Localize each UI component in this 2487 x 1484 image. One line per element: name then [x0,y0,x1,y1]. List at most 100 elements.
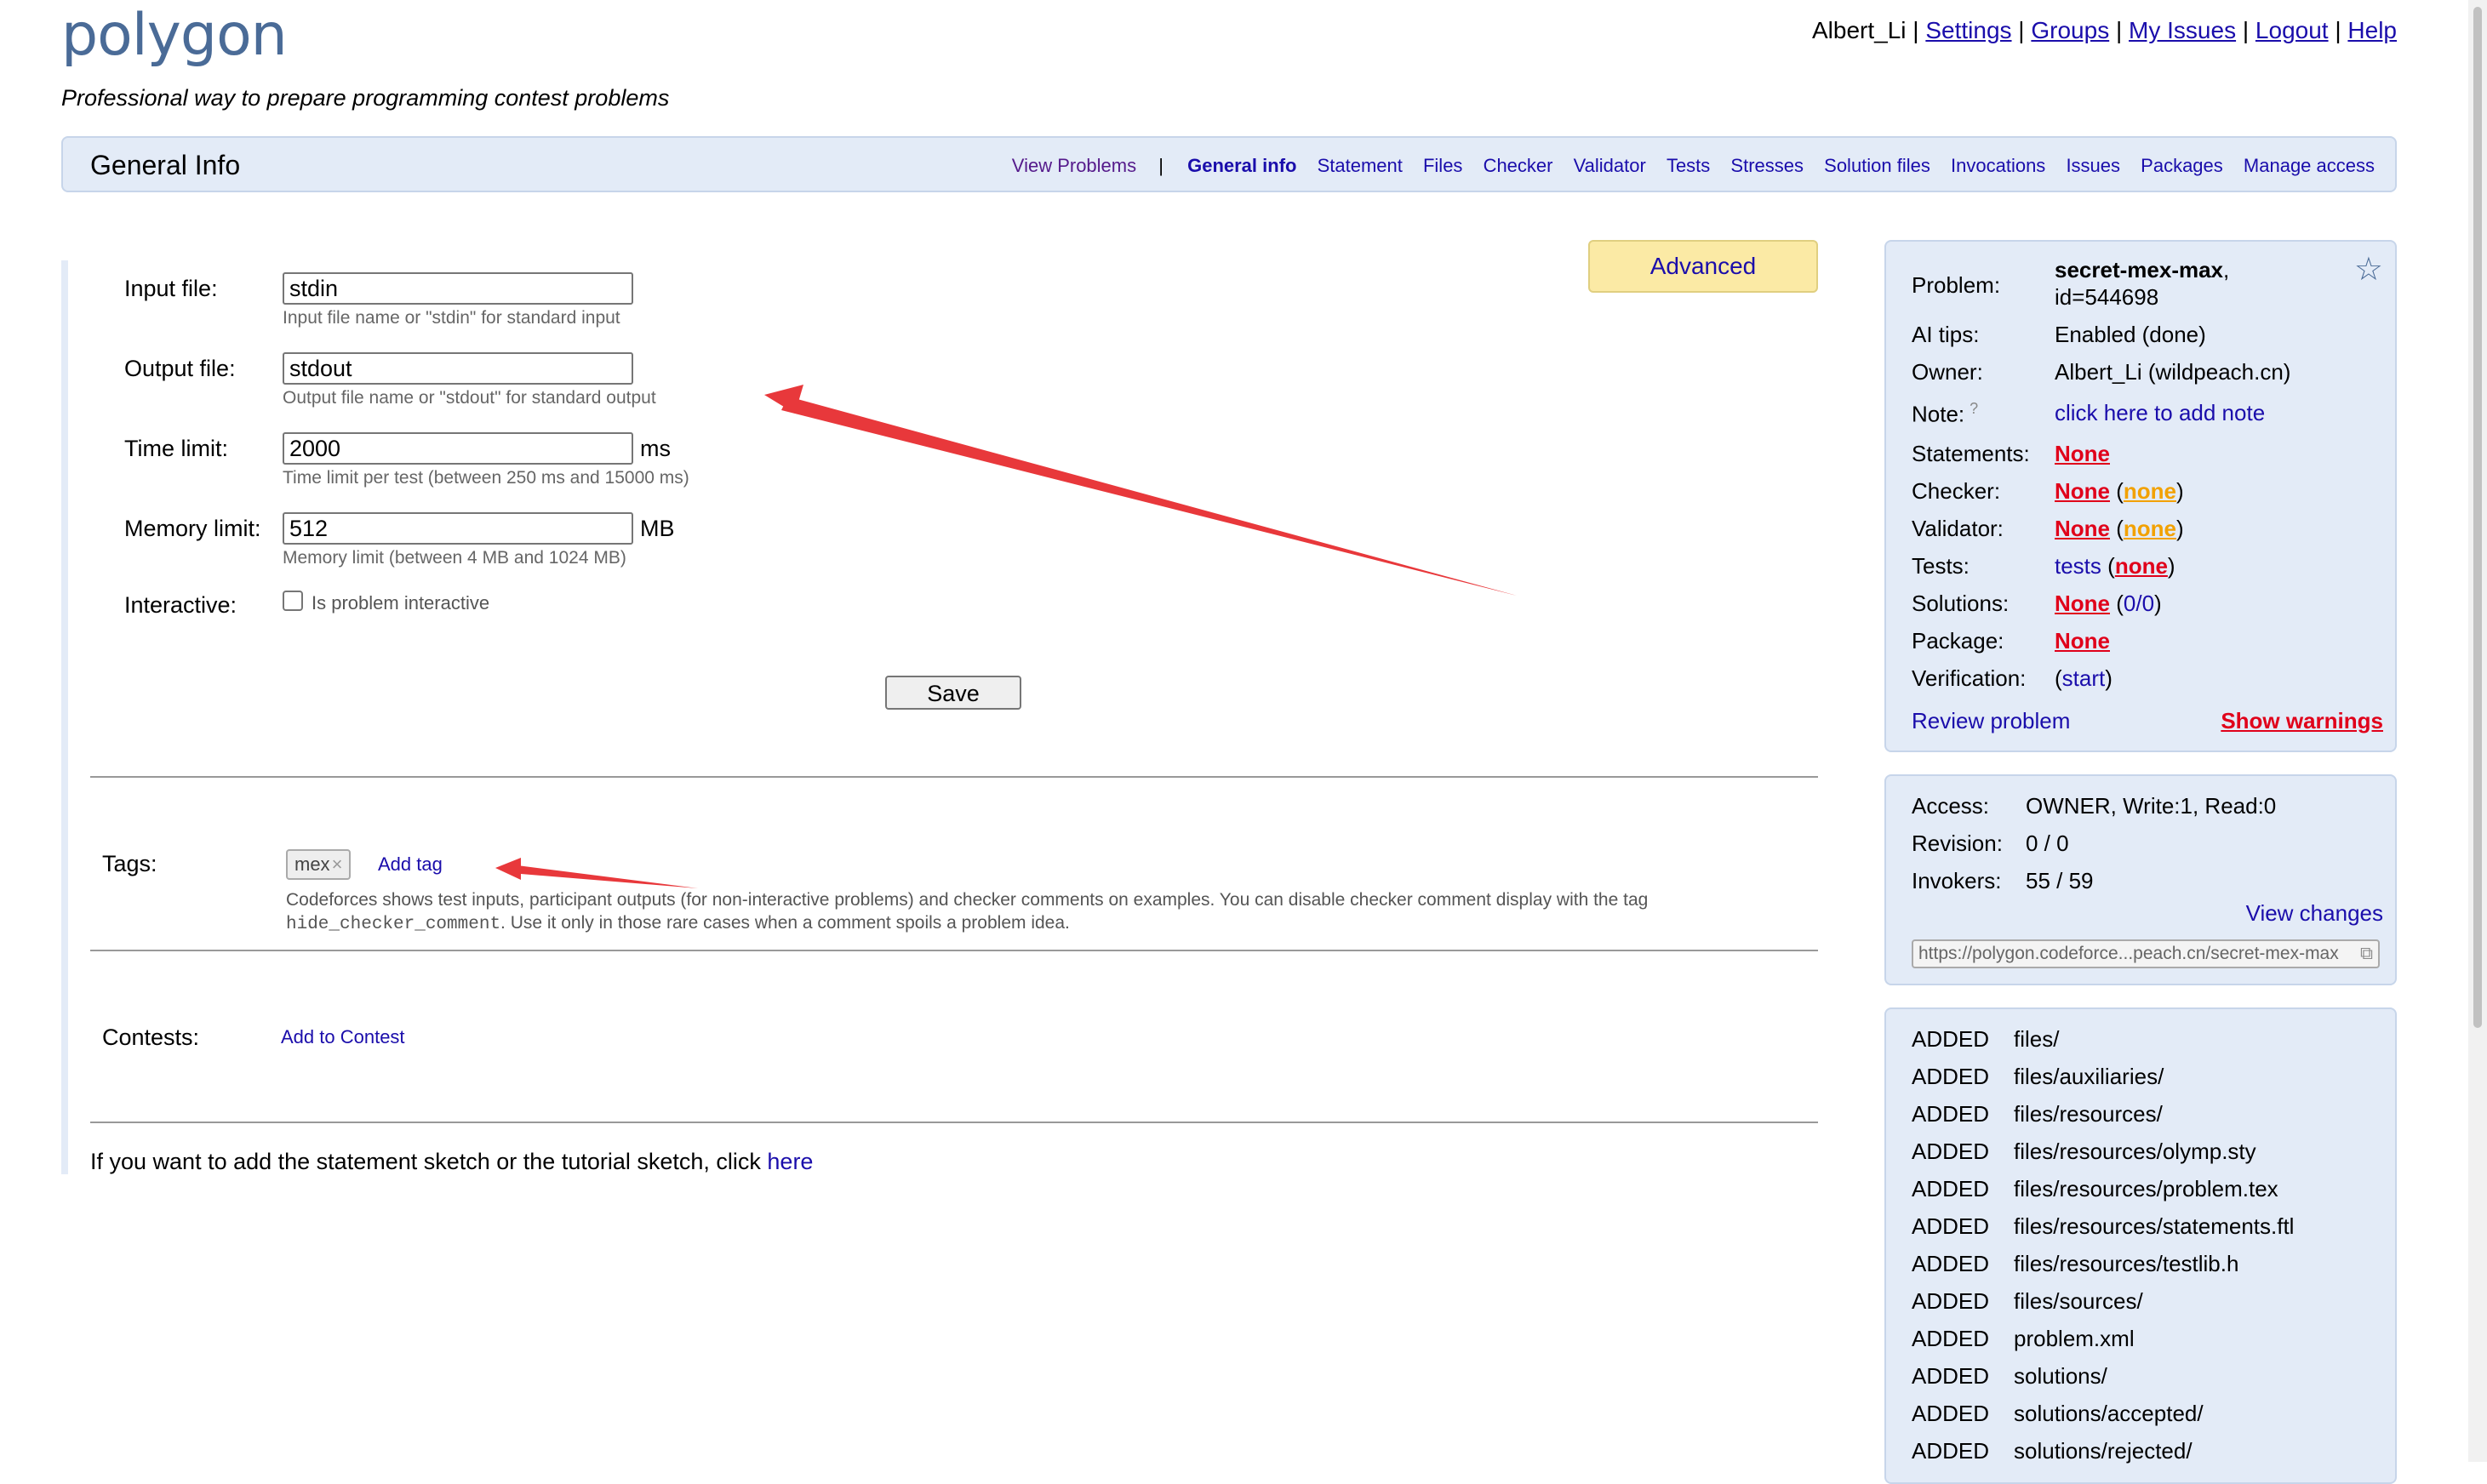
tags-note: Codeforces shows test inputs, participan… [286,888,1801,936]
change-item: ADDED files/ [1912,1026,2059,1053]
checker-label: Checker: [1912,478,2001,504]
tab-validator[interactable]: Validator [1574,155,1646,176]
change-status: ADDED [1912,1064,1990,1089]
tag-chip-mex[interactable]: mex× [286,849,352,880]
view-changes-link[interactable]: View changes [2246,900,2383,927]
change-item: ADDED files/resources/ [1912,1101,2163,1127]
view-problems-link[interactable]: View Problems [1012,155,1136,176]
page-scrollbar[interactable] [2468,0,2487,1462]
tab-files[interactable]: Files [1423,155,1462,176]
memory-limit-unit: MB [640,516,675,541]
settings-link[interactable]: Settings [1925,17,2011,43]
package-label: Package: [1912,628,2004,654]
scrollbar-thumb[interactable] [2473,7,2482,1028]
change-path: problem.xml [2014,1326,2135,1351]
interactive-checkbox[interactable] [283,591,303,611]
review-problem-link[interactable]: Review problem [1912,708,2070,734]
groups-link[interactable]: Groups [2031,17,2109,43]
problem-nav: View Problems | General info Statement F… [997,155,2375,177]
checker-none-link[interactable]: None [2055,478,2110,504]
tag-chip-label: mex [294,853,330,875]
verification-value: (start) [2055,665,2113,691]
remove-tag-icon[interactable]: × [332,853,343,875]
change-status: ADDED [1912,1288,1990,1314]
tab-solution-files[interactable]: Solution files [1824,155,1930,176]
change-path: solutions/accepted/ [2014,1401,2204,1426]
my-issues-link[interactable]: My Issues [2129,17,2236,43]
owner-value: Albert_Li (wildpeach.cn) [2055,359,2291,385]
tags-note-tail: . Use it only in those rare cases when a… [500,913,1070,933]
save-button[interactable]: Save [885,676,1021,710]
revision-value: 0 / 0 [2026,830,2069,856]
change-item: ADDED files/resources/testlib.h [1912,1251,2238,1277]
change-status: ADDED [1912,1363,1990,1389]
solutions-count-link[interactable]: 0/0 [2124,591,2154,616]
input-file-field[interactable] [283,272,633,305]
tab-invocations[interactable]: Invocations [1951,155,2045,176]
tab-issues[interactable]: Issues [2066,155,2120,176]
copy-icon[interactable]: ⧉ [2360,941,2373,967]
add-note-link[interactable]: click here to add note [2055,400,2265,426]
problem-id: id=544698 [2055,284,2159,310]
divider [90,950,1818,951]
change-path: files/resources/ [2014,1101,2163,1127]
access-value: OWNER, Write:1, Read:0 [2026,793,2277,819]
tests-label: Tests: [1912,553,1970,579]
logout-link[interactable]: Logout [2255,17,2329,43]
output-file-field[interactable] [283,352,633,385]
star-icon[interactable]: ☆ [2354,250,2383,288]
change-item: ADDED files/sources/ [1912,1288,2143,1315]
help-link[interactable]: Help [2347,17,2397,43]
change-status: ADDED [1912,1176,1990,1201]
tags-label: Tags: [102,851,157,876]
validator-sub-link[interactable]: none [2124,516,2176,541]
checker-value: None (none) [2055,478,2184,504]
package-value[interactable]: None [2055,628,2110,654]
tab-manage-access[interactable]: Manage access [2244,155,2375,176]
tests-none-link[interactable]: none [2115,553,2168,579]
add-to-contest-link[interactable]: Add to Contest [281,1026,405,1048]
validator-none-link[interactable]: None [2055,516,2110,541]
annotation-arrow-output-file [764,385,1517,596]
input-file-label: Input file: [124,276,218,301]
change-item: ADDED solutions/rejected/ [1912,1438,2193,1464]
change-path: files/resources/problem.tex [2014,1176,2278,1201]
input-file-hint: Input file name or "stdin" for standard … [283,308,620,328]
change-path: solutions/ [2014,1363,2107,1389]
change-path: files/sources/ [2014,1288,2143,1314]
solutions-value: None (0/0) [2055,591,2162,616]
page-title: General Info [90,150,241,180]
owner-label: Owner: [1912,359,1983,385]
access-label: Access: [1912,793,1990,819]
tab-stresses[interactable]: Stresses [1730,155,1804,176]
tags-note-code: hide_checker_comment [286,915,501,934]
time-limit-field[interactable] [283,432,633,465]
change-item: ADDED files/resources/statements.ftl [1912,1213,2294,1240]
checker-sub-link[interactable]: none [2124,478,2176,504]
tab-packages[interactable]: Packages [2141,155,2223,176]
add-tag-link[interactable]: Add tag [378,853,443,876]
sketch-here-link[interactable]: here [767,1149,813,1174]
tests-link[interactable]: tests [2055,553,2101,579]
tab-general-info[interactable]: General info [1187,155,1296,176]
problem-url-field[interactable]: https://polygon.codeforce...peach.cn/sec… [1912,939,2380,968]
changes-panel: ADDED files/ ADDED files/auxiliaries/ ADDE… [1884,1007,2397,1484]
note-label-text: Note: [1912,401,1965,427]
time-limit-unit: ms [640,436,671,461]
advanced-button[interactable]: Advanced [1588,240,1818,293]
tab-checker[interactable]: Checker [1484,155,1553,176]
ai-tips-value: Enabled (done) [2055,322,2206,347]
interactive-checkbox-label: Is problem interactive [312,592,490,614]
statements-value[interactable]: None [2055,441,2110,467]
show-warnings-link[interactable]: Show warnings [2221,708,2383,734]
tab-statement[interactable]: Statement [1318,155,1403,176]
memory-limit-field[interactable] [283,512,633,545]
change-item: ADDED files/resources/olymp.sty [1912,1139,2256,1165]
tab-tests[interactable]: Tests [1667,155,1710,176]
polygon-logo[interactable]: polygon [61,2,288,69]
solutions-none-link[interactable]: None [2055,591,2110,616]
change-item: ADDED files/resources/problem.tex [1912,1176,2278,1202]
divider [90,1122,1818,1123]
verification-start-link[interactable]: start [2062,665,2106,691]
help-icon[interactable]: ? [1970,400,1978,417]
